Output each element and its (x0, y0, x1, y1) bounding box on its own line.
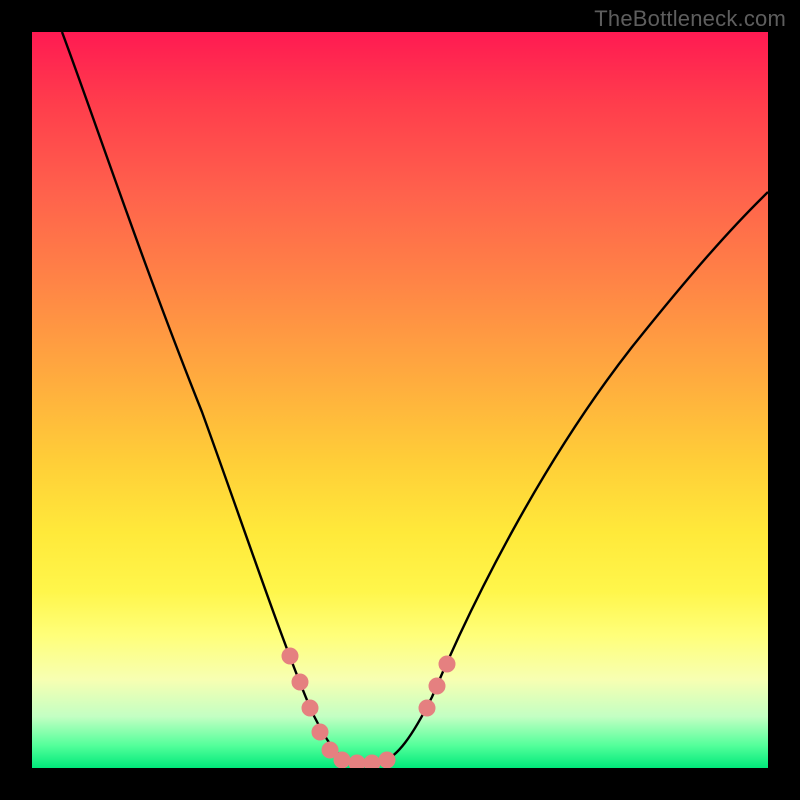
marker-group-left (282, 648, 395, 768)
marker-dot (349, 755, 365, 768)
marker-dot (364, 755, 380, 768)
plot-area (32, 32, 768, 768)
chart-frame: TheBottleneck.com (0, 0, 800, 800)
watermark-text: TheBottleneck.com (594, 6, 786, 32)
bottleneck-curve (32, 32, 768, 768)
marker-group-right (419, 656, 455, 716)
marker-dot (292, 674, 308, 690)
marker-dot (379, 752, 395, 768)
marker-dot (334, 752, 350, 768)
curve-path (62, 32, 768, 762)
marker-dot (282, 648, 298, 664)
marker-dot (419, 700, 435, 716)
marker-dot (439, 656, 455, 672)
marker-dot (429, 678, 445, 694)
marker-dot (312, 724, 328, 740)
marker-dot (302, 700, 318, 716)
